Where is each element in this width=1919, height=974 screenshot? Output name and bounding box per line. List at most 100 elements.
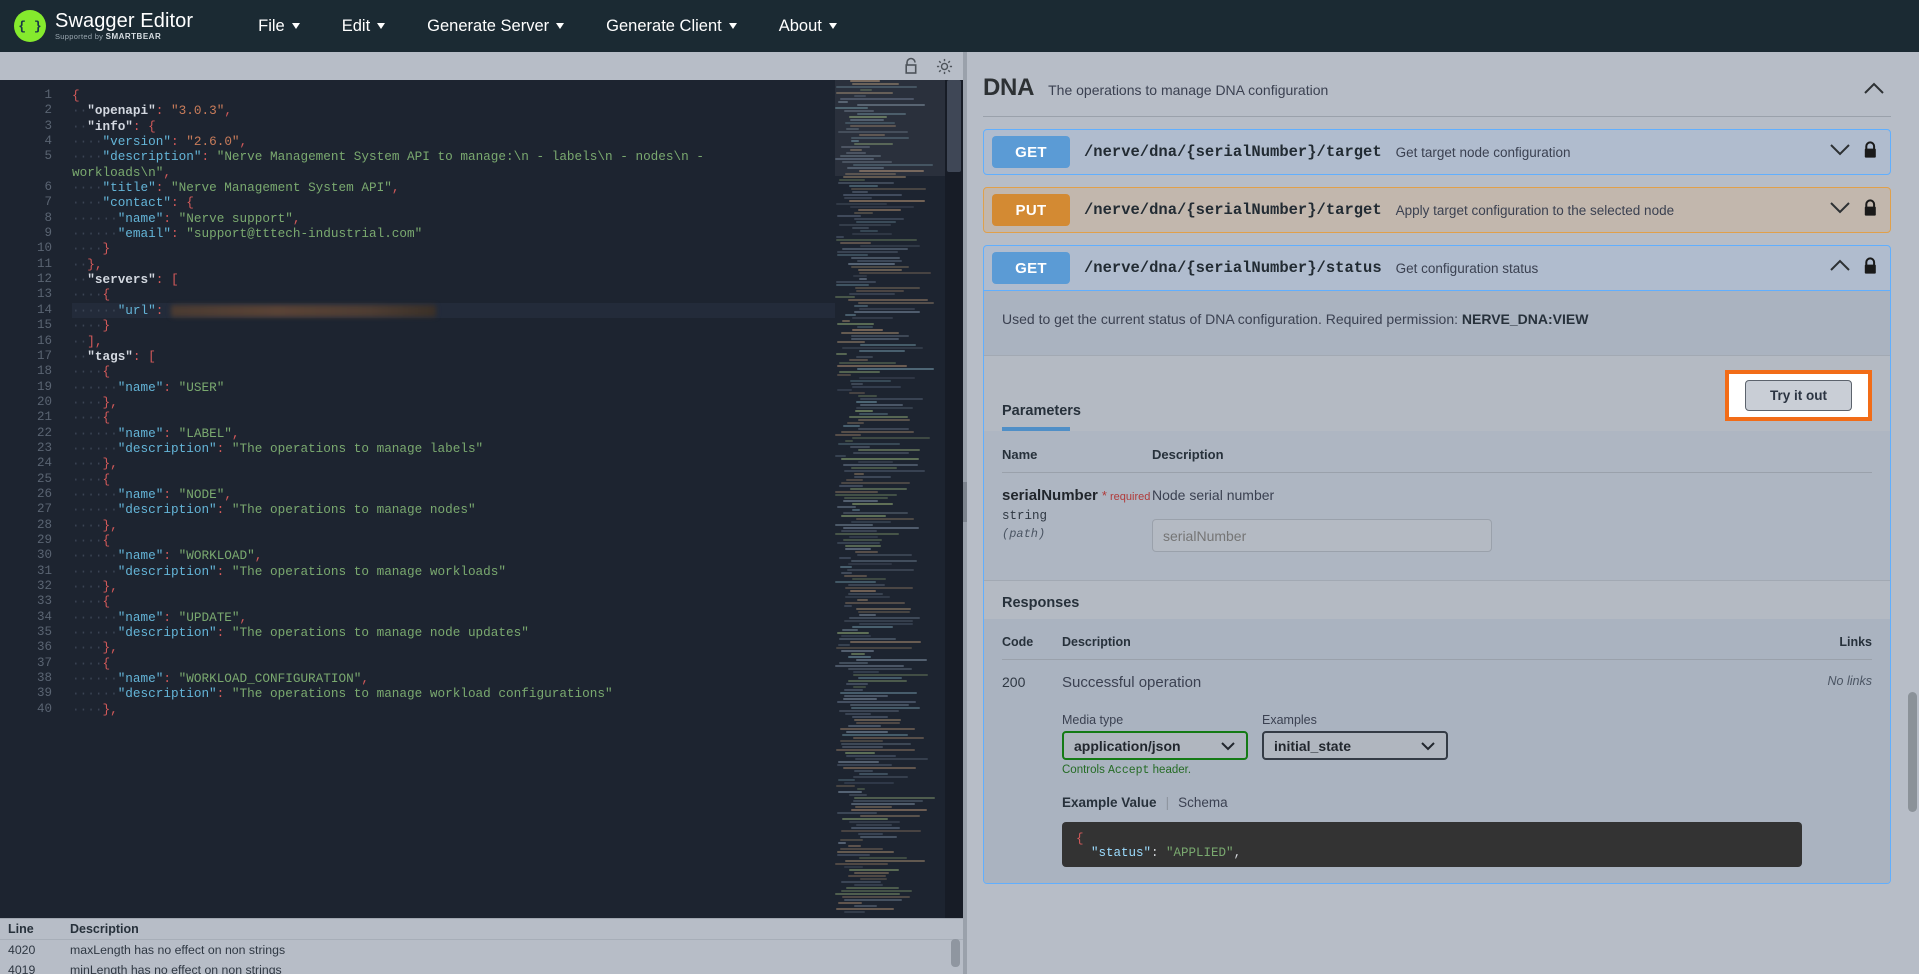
- error-row[interactable]: 4019minLength has no effect on non strin…: [0, 960, 963, 974]
- code-line[interactable]: ······"description": "The operations to …: [72, 625, 963, 640]
- code-line[interactable]: ····"description": "Nerve Management Sys…: [72, 149, 963, 164]
- code-editor[interactable]: 1234567891011121314151617181920212223242…: [0, 80, 963, 918]
- code-content[interactable]: {··"openapi": "3.0.3",··"info": {····"ve…: [62, 80, 963, 918]
- code-line[interactable]: ····{: [72, 656, 963, 671]
- try-it-out-button[interactable]: Try it out: [1745, 380, 1852, 411]
- editor-scrollbar-thumb[interactable]: [947, 80, 961, 172]
- minimap-line: [853, 275, 867, 277]
- lock-icon[interactable]: [1863, 257, 1878, 280]
- serial-number-input[interactable]: [1152, 519, 1492, 552]
- minimap-line: [844, 866, 863, 868]
- response-code: 200: [1002, 674, 1062, 867]
- tab-example-value[interactable]: Example Value: [1062, 795, 1157, 810]
- code-line[interactable]: ······"name": "Nerve support",: [72, 211, 963, 226]
- minimap-line: [855, 410, 873, 412]
- sun-icon[interactable]: [936, 58, 953, 75]
- code-line[interactable]: ····}: [72, 318, 963, 333]
- minimap-line: [845, 587, 913, 589]
- chevron-up-icon[interactable]: [1863, 82, 1891, 100]
- code-line[interactable]: ····},: [72, 640, 963, 655]
- preview-scrollbar[interactable]: [1905, 52, 1919, 974]
- chevron-down-icon[interactable]: [1829, 201, 1851, 219]
- code-line[interactable]: ······"name": "WORKLOAD",: [72, 548, 963, 563]
- code-line[interactable]: ····"title": "Nerve Management System AP…: [72, 180, 963, 195]
- example-value-code[interactable]: { "status": "APPLIED",: [1062, 822, 1802, 867]
- minimap-line: [848, 299, 928, 301]
- chevron-down-icon: [729, 23, 737, 29]
- code-line[interactable]: ····{: [72, 533, 963, 548]
- error-row[interactable]: 4020maxLength has no effect on non strin…: [0, 940, 963, 960]
- chevron-down-icon[interactable]: [1829, 143, 1851, 161]
- minimap-line: [835, 491, 878, 493]
- minimap-line: [846, 755, 896, 757]
- code-line[interactable]: ····},: [72, 702, 963, 717]
- code-line[interactable]: ······"name": "NODE",: [72, 487, 963, 502]
- code-line[interactable]: ····},: [72, 456, 963, 471]
- lock-icon[interactable]: [1863, 199, 1878, 222]
- unlock-icon[interactable]: [904, 57, 920, 75]
- code-line[interactable]: ······"description": "The operations to …: [72, 502, 963, 517]
- menu-item-about[interactable]: About: [758, 9, 858, 44]
- operation-header[interactable]: PUT /nerve/dna/{serialNumber}/target App…: [984, 188, 1890, 232]
- minimap-line: [845, 173, 896, 175]
- code-line[interactable]: ······"url": redacted-url: [72, 303, 963, 318]
- menu-item-generate-server[interactable]: Generate Server: [406, 9, 585, 44]
- code-line[interactable]: ··"servers": [: [72, 272, 963, 287]
- code-line[interactable]: ····},: [72, 579, 963, 594]
- code-line[interactable]: ····},: [72, 518, 963, 533]
- code-line[interactable]: ··"tags": [: [72, 349, 963, 364]
- minimap-line: [851, 467, 897, 469]
- code-line[interactable]: ······"email": "support@tttech-industria…: [72, 226, 963, 241]
- code-line[interactable]: {: [72, 88, 963, 103]
- minimap-line: [847, 167, 884, 169]
- tab-schema[interactable]: Schema: [1178, 795, 1228, 810]
- minimap-line: [848, 680, 907, 682]
- code-line[interactable]: ··"openapi": "3.0.3",: [72, 103, 963, 118]
- code-line[interactable]: ··],: [72, 334, 963, 349]
- code-line[interactable]: ··"info": {: [72, 119, 963, 134]
- preview-scrollbar-thumb[interactable]: [1908, 692, 1917, 812]
- code-line[interactable]: ····"contact": {: [72, 195, 963, 210]
- tag-header[interactable]: DNA The operations to manage DNA configu…: [975, 52, 1899, 110]
- menu-item-edit[interactable]: Edit: [321, 9, 406, 44]
- minimap-line: [857, 554, 912, 556]
- code-line[interactable]: ····},: [72, 395, 963, 410]
- examples-select[interactable]: initial_state: [1262, 731, 1448, 760]
- minimap-line: [851, 188, 926, 190]
- operation-header[interactable]: GET /nerve/dna/{serialNumber}/status Get…: [984, 246, 1890, 290]
- code-line[interactable]: ··},: [72, 257, 963, 272]
- minimap-line: [846, 128, 859, 130]
- code-line[interactable]: ······"description": "The operations to …: [72, 441, 963, 456]
- app-logo[interactable]: { } Swagger Editor Supported by SMARTBEA…: [14, 10, 193, 42]
- lock-icon[interactable]: [1863, 141, 1878, 164]
- code-line[interactable]: ····{: [72, 472, 963, 487]
- code-line[interactable]: ····{: [72, 287, 963, 302]
- code-line[interactable]: ····"version": "2.6.0",: [72, 134, 963, 149]
- minimap-line: [853, 671, 879, 673]
- errors-scrollbar-thumb[interactable]: [951, 939, 960, 967]
- editor-minimap[interactable]: [835, 80, 945, 918]
- code-line[interactable]: ····{: [72, 594, 963, 609]
- code-line[interactable]: ······"name": "WORKLOAD_CONFIGURATION",: [72, 671, 963, 686]
- code-line[interactable]: ······"description": "The operations to …: [72, 564, 963, 579]
- operation-header[interactable]: GET /nerve/dna/{serialNumber}/target Get…: [984, 130, 1890, 174]
- code-line[interactable]: ······"name": "LABEL",: [72, 426, 963, 441]
- code-line[interactable]: ····{: [72, 410, 963, 425]
- tab-parameters[interactable]: Parameters: [1002, 403, 1081, 427]
- errors-scrollbar[interactable]: [951, 939, 960, 974]
- chevron-up-icon[interactable]: [1829, 259, 1851, 277]
- code-line[interactable]: ····{: [72, 364, 963, 379]
- code-line[interactable]: ······"name": "UPDATE",: [72, 610, 963, 625]
- minimap-line: [843, 539, 882, 541]
- code-line[interactable]: ······"description": "The operations to …: [72, 686, 963, 701]
- minimap-line: [852, 509, 860, 511]
- menu-item-file[interactable]: File: [237, 9, 321, 44]
- code-line[interactable]: ······"name": "USER": [72, 380, 963, 395]
- editor-scrollbar[interactable]: [945, 80, 963, 918]
- line-number: 18: [0, 364, 52, 379]
- code-line[interactable]: ····}: [72, 241, 963, 256]
- media-type-select[interactable]: application/json: [1062, 731, 1248, 760]
- operation-summary: Get configuration status: [1396, 261, 1539, 276]
- code-line[interactable]: workloads\n",: [72, 165, 963, 180]
- menu-item-generate-client[interactable]: Generate Client: [585, 9, 758, 44]
